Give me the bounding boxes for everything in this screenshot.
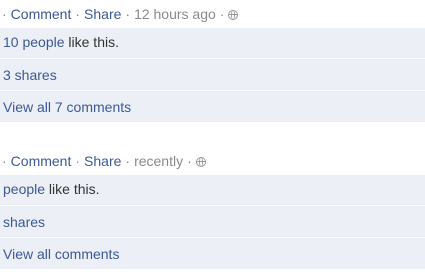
likes-row: people like this. <box>0 175 425 205</box>
view-comments-link[interactable]: View all 7 comments <box>3 99 131 115</box>
shares-link[interactable]: 3 shares <box>3 67 57 83</box>
likers-link[interactable]: people <box>3 181 45 197</box>
globe-icon[interactable] <box>195 157 206 167</box>
post-timestamp[interactable]: recently <box>134 153 183 169</box>
shares-row: 3 shares <box>0 58 425 90</box>
separator: · <box>125 153 131 169</box>
likers-link[interactable]: 10 people <box>3 34 65 50</box>
globe-icon[interactable] <box>228 10 239 20</box>
comments-row: View all comments <box>0 237 425 269</box>
comment-link[interactable]: Comment <box>11 153 72 169</box>
separator: · <box>2 6 7 22</box>
post-actions-bar: · Comment · Share · recently · <box>0 147 425 175</box>
share-link[interactable]: Share <box>84 6 121 22</box>
separator: · <box>125 6 131 22</box>
comments-row: View all 7 comments <box>0 90 425 122</box>
separator: · <box>75 153 81 169</box>
post-timestamp[interactable]: 12 hours ago <box>134 6 216 22</box>
separator: · <box>219 6 225 22</box>
shares-row: shares <box>0 205 425 237</box>
shares-link[interactable]: shares <box>3 214 45 230</box>
separator: · <box>2 153 7 169</box>
view-comments-link[interactable]: View all comments <box>3 246 119 262</box>
likes-suffix: like this. <box>64 34 119 50</box>
likes-suffix: like this. <box>45 181 100 197</box>
post-feedback-2: · Comment · Share · recently · people like thi… <box>0 147 425 269</box>
likes-row: 10 people like this. <box>0 28 425 58</box>
post-actions-bar: · Comment · Share · 12 hours ago · <box>0 0 425 28</box>
separator: · <box>187 153 192 169</box>
separator: · <box>75 6 81 22</box>
post-feedback-1: · Comment · Share · 12 hours ago · 10 people l… <box>0 0 425 122</box>
share-link[interactable]: Share <box>84 153 121 169</box>
comment-link[interactable]: Comment <box>11 6 72 22</box>
